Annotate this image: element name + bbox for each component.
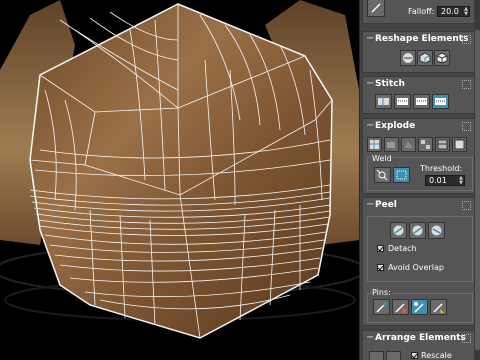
peel-mode-icon [412, 225, 423, 236]
flatten-angle-icon [404, 141, 413, 148]
weld-selected-icon [376, 169, 388, 181]
uv-editor-window: Falloff: 20.0 ▲ ▼ − Reshape Elements − S… [0, 0, 480, 360]
collapse-icon[interactable]: − [366, 331, 374, 345]
rescale-label: Rescale [421, 351, 452, 360]
stitch-to-target-button[interactable] [375, 94, 392, 109]
pins-label: Pins: [371, 288, 392, 297]
flatten-by-smoothing-group-button[interactable] [418, 137, 433, 152]
grip-icon[interactable] [462, 122, 471, 131]
break-icon [370, 140, 379, 149]
threshold-value: 0.01 [429, 176, 447, 185]
explode-title: Explode [375, 121, 416, 131]
stitch-header[interactable]: − Stitch [363, 77, 474, 91]
soft-selection-section: Falloff: 20.0 ▲ ▼ [362, 0, 475, 24]
stitch-average-button[interactable] [394, 94, 411, 109]
rescale-checkbox[interactable] [411, 352, 418, 359]
arrange-elements-title: Arrange Elements [375, 333, 466, 343]
spinner-arrows-icon[interactable]: ▲ ▼ [464, 7, 468, 17]
peel-icon [393, 225, 404, 236]
pack-custom-button[interactable] [386, 351, 401, 360]
stitch-section: − Stitch [362, 76, 475, 114]
flatten-by-material-button[interactable] [435, 137, 450, 152]
peel-mode-button[interactable] [409, 222, 426, 239]
avoid-overlap-checkbox[interactable] [377, 264, 384, 271]
stitch-source-icon [416, 98, 427, 105]
unwrap-command-panel: Falloff: 20.0 ▲ ▼ − Reshape Elements − S… [359, 0, 480, 360]
auto-pin-button[interactable] [411, 299, 428, 315]
flatten-by-polygon-angle-button[interactable] [401, 137, 416, 152]
collapse-icon[interactable]: − [366, 32, 374, 46]
straighten-selection-button[interactable] [400, 50, 416, 66]
weld-target-button[interactable] [393, 167, 410, 183]
auto-pin-icon [414, 302, 424, 313]
uv-canvas[interactable] [0, 0, 360, 360]
falloff-spinner[interactable]: 20.0 ▲ ▼ [437, 6, 470, 17]
stitch-custom-icon [435, 98, 446, 105]
uv-shell[interactable] [30, 4, 332, 338]
reshape-elements-section: − Reshape Elements [362, 31, 475, 73]
weld-target-icon [396, 170, 407, 180]
stitch-custom-button[interactable] [432, 94, 449, 109]
weld-label: Weld [371, 154, 393, 163]
pin-icon [376, 302, 387, 313]
grip-icon[interactable] [462, 334, 471, 343]
grip-icon[interactable] [462, 201, 471, 210]
peel-section: − Peel Detach Avoid Overlap Pins: [362, 197, 475, 326]
stitch-target-icon [378, 96, 389, 107]
pack-normalize-button[interactable] [369, 351, 384, 360]
select-pinned-button[interactable] [430, 299, 447, 315]
reshape-elements-title: Reshape Elements [375, 34, 469, 44]
grip-icon[interactable] [462, 80, 471, 89]
pin-select-button[interactable] [373, 299, 390, 315]
flatten-button[interactable] [452, 137, 467, 152]
panel-scrollbar-thumb[interactable] [475, 30, 480, 350]
detach-checkbox[interactable] [377, 245, 384, 252]
explode-header[interactable]: − Explode [363, 119, 474, 133]
detach-label: Detach [388, 244, 417, 253]
quick-peel-button[interactable] [390, 222, 407, 239]
break-button[interactable] [367, 137, 382, 152]
flatten-icon [454, 139, 465, 150]
peel-title: Peel [375, 200, 397, 210]
pin-remove-button[interactable] [392, 299, 409, 315]
cube-relax-icon [419, 52, 431, 64]
select-pins-icon [433, 303, 444, 313]
avoid-overlap-label: Avoid Overlap [388, 263, 444, 272]
soft-selection-paint-button[interactable] [367, 0, 385, 17]
falloff-value: 20.0 [441, 7, 459, 16]
weld-selected-button[interactable] [374, 167, 391, 183]
detach-edges-icon [387, 142, 395, 148]
peel-header[interactable]: − Peel [363, 198, 474, 212]
collapse-icon[interactable]: − [366, 77, 374, 91]
uv-editor-viewport[interactable] [0, 0, 360, 360]
stitch-title: Stitch [375, 79, 405, 89]
arrange-elements-section: − Arrange Elements Rescale [362, 330, 475, 360]
falloff-label: Falloff: [408, 7, 435, 16]
quick-planar-button[interactable] [434, 50, 450, 66]
grip-icon[interactable] [462, 35, 471, 44]
flatten-material-icon [437, 139, 448, 150]
reshape-elements-header[interactable]: − Reshape Elements [363, 32, 474, 46]
collapse-icon[interactable]: − [366, 119, 374, 133]
reset-peel-button[interactable] [428, 222, 445, 239]
stitch-to-source-button[interactable] [413, 94, 430, 109]
reset-peel-icon [431, 225, 442, 236]
threshold-label: Threshold: [420, 164, 463, 173]
cube-icon [436, 52, 448, 64]
spinner-arrows-icon[interactable]: ▲ ▼ [459, 176, 463, 186]
explode-section: − Explode Weld Threshold: 0.01 ▲ ▼ [362, 118, 475, 194]
relax-button[interactable] [417, 50, 433, 66]
straighten-icon [403, 53, 413, 63]
unpin-icon [395, 303, 407, 314]
collapse-icon[interactable]: − [366, 198, 374, 212]
detach-edges-button[interactable] [384, 137, 399, 152]
flatten-smoothing-icon [421, 140, 430, 149]
stitch-average-icon [397, 98, 408, 105]
threshold-spinner[interactable]: 0.01 ▲ ▼ [425, 175, 465, 186]
brush-icon [371, 3, 381, 13]
arrange-elements-header[interactable]: − Arrange Elements [363, 331, 474, 345]
